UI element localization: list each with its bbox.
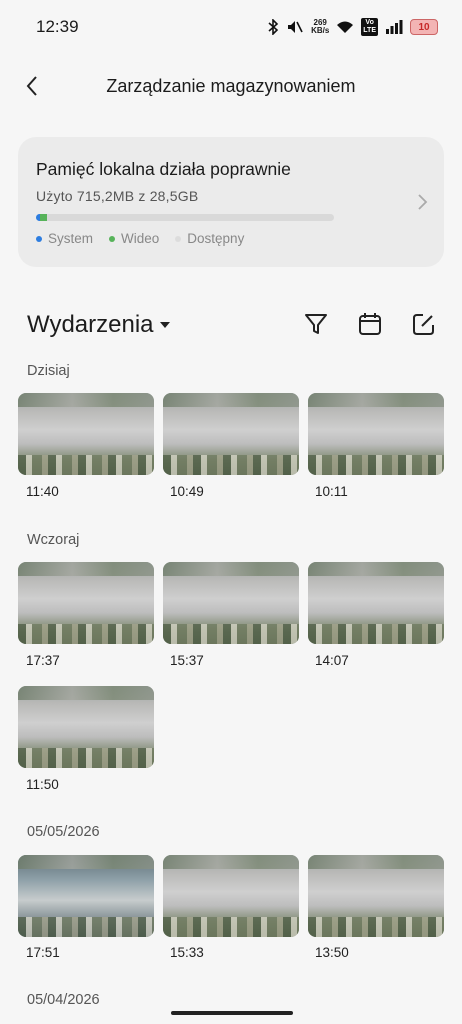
group-label-date: 05/05/2026	[27, 824, 100, 840]
status-bar: 12:39 269 KB/s Vo LTE 10	[0, 0, 462, 54]
back-button[interactable]	[20, 72, 44, 100]
chevron-right-icon	[418, 194, 428, 210]
group-label-today: Dzisiaj	[27, 363, 70, 379]
group-label-date: 05/04/2026	[27, 992, 100, 1008]
event-time: 11:40	[26, 484, 59, 499]
event-time: 10:49	[170, 484, 204, 499]
legend-video: Wideo	[109, 231, 159, 246]
status-time: 12:39	[36, 17, 79, 36]
storage-card[interactable]: Pamięć lokalna działa poprawnie Użyto 71…	[18, 137, 444, 267]
group-label-yesterday: Wczoraj	[27, 532, 80, 548]
legend-system: System	[36, 231, 93, 246]
event-thumbnail[interactable]	[308, 562, 444, 644]
legend-label-video: Wideo	[121, 231, 160, 246]
event-time: 11:50	[26, 777, 59, 792]
storage-status-title: Pamięć lokalna działa poprawnie	[36, 159, 291, 179]
bluetooth-icon	[268, 19, 279, 35]
chevron-left-icon	[26, 76, 37, 96]
caret-down-icon[interactable]	[159, 322, 170, 328]
volte-line1: Vo	[365, 19, 374, 26]
event-time: 15:33	[170, 945, 204, 960]
app-header: Zarządzanie magazynowaniem	[0, 60, 462, 112]
legend-dot-system	[36, 235, 42, 242]
page-title: Zarządzanie magazynowaniem	[106, 75, 356, 96]
event-thumbnail[interactable]	[163, 562, 299, 644]
event-thumbnail[interactable]	[308, 393, 444, 475]
volte-badge: Vo LTE	[361, 18, 378, 36]
event-time: 17:51	[26, 945, 60, 960]
filter-icon[interactable]	[303, 311, 329, 337]
event-time: 17:37	[26, 653, 60, 668]
events-title[interactable]: Wydarzenia	[27, 311, 154, 339]
event-thumbnail[interactable]	[18, 562, 154, 644]
event-thumbnail[interactable]	[163, 855, 299, 937]
edit-icon[interactable]	[411, 311, 437, 337]
event-time: 10:11	[315, 484, 348, 499]
legend-dot-video	[109, 235, 116, 242]
legend-available: Dostępny	[175, 231, 244, 246]
battery-icon: 10	[410, 19, 438, 35]
event-thumbnail[interactable]	[163, 393, 299, 475]
wifi-icon	[337, 21, 354, 33]
events-bar: Wydarzenia	[27, 307, 437, 343]
event-time: 15:37	[170, 653, 204, 668]
progress-video-segment	[39, 214, 47, 221]
net-speed-unit: KB/s	[311, 26, 330, 35]
event-time: 13:50	[315, 945, 349, 960]
storage-legend: System Wideo Dostępny	[36, 231, 426, 246]
legend-dot-available	[175, 235, 182, 242]
net-speed: 269 KB/s	[311, 19, 329, 35]
signal-icon	[386, 20, 403, 34]
storage-progress-bar	[36, 214, 334, 221]
status-icons: 269 KB/s Vo LTE 10	[267, 18, 438, 36]
event-thumbnail[interactable]	[308, 855, 444, 937]
volte-line2: LTE	[363, 27, 376, 34]
home-indicator[interactable]	[171, 1011, 293, 1015]
event-thumbnail[interactable]	[18, 393, 154, 475]
event-thumbnail[interactable]	[18, 855, 154, 937]
legend-label-available: Dostępny	[187, 231, 245, 246]
calendar-icon[interactable]	[357, 311, 383, 337]
event-thumbnail[interactable]	[18, 686, 154, 768]
storage-usage: Użyto 715,2MB z 28,5GB	[36, 188, 199, 204]
mute-icon	[288, 21, 303, 33]
events-toolbar	[303, 311, 437, 337]
legend-label-system: System	[48, 231, 94, 246]
event-time: 14:07	[315, 653, 349, 668]
